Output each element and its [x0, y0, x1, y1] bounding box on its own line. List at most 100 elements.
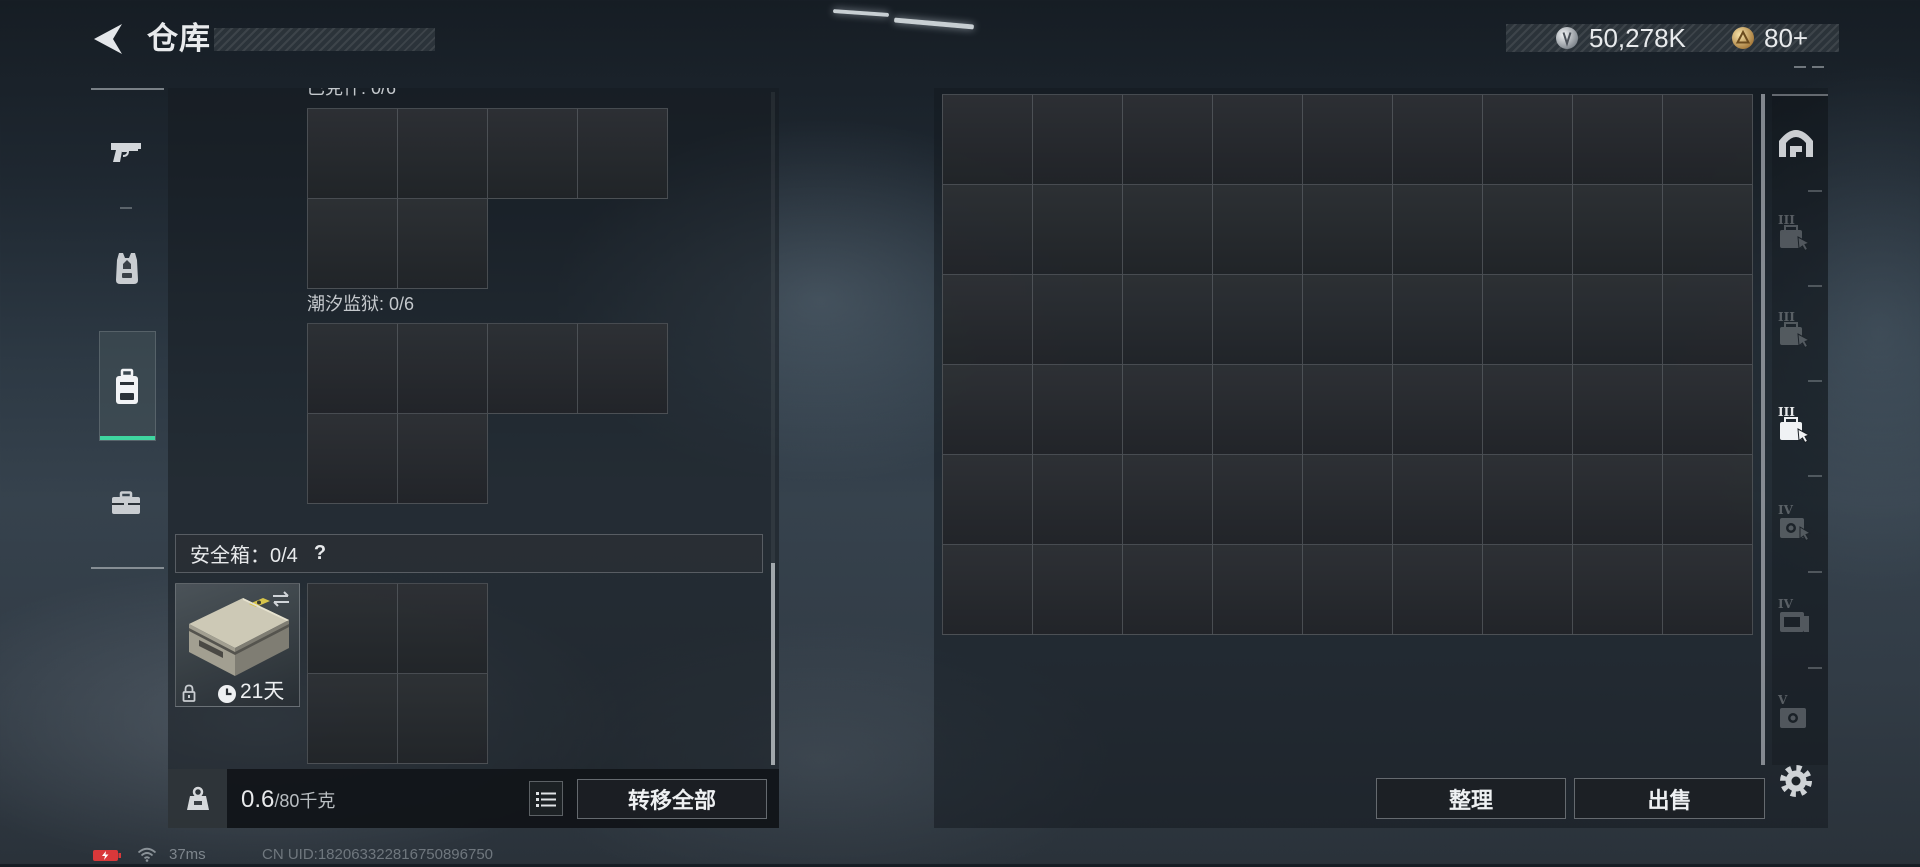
warehouse-slot[interactable]	[1662, 364, 1753, 455]
warehouse-slot[interactable]	[1572, 274, 1663, 365]
warehouse-slot[interactable]	[1392, 544, 1483, 635]
warehouse-slot[interactable]	[1302, 274, 1393, 365]
nav-item-briefcase[interactable]	[99, 461, 156, 545]
key-slot[interactable]	[307, 198, 398, 289]
container-scroll-area[interactable]: 巴克什: 0/6 潮汐监狱: 0/6 安全箱：0/4 ? 21天	[168, 88, 768, 769]
scrollbar-thumb[interactable]	[1761, 94, 1765, 765]
swap-icon[interactable]	[270, 590, 292, 608]
warehouse-slot[interactable]	[1482, 544, 1573, 635]
key-slot[interactable]	[487, 323, 578, 414]
warehouse-slot[interactable]	[1122, 544, 1213, 635]
warehouse-slot[interactable]	[942, 364, 1033, 455]
warehouse-slot[interactable]	[1392, 184, 1483, 275]
warehouse-slot[interactable]	[1572, 544, 1663, 635]
warehouse-slot[interactable]	[1482, 184, 1573, 275]
warehouse-slot[interactable]	[942, 94, 1033, 185]
warehouse-slot[interactable]	[1482, 364, 1573, 455]
tab-container-3[interactable]: III	[1778, 406, 1814, 444]
key-slot[interactable]	[577, 323, 668, 414]
warehouse-slot[interactable]	[942, 184, 1033, 275]
warehouse-slot[interactable]	[1212, 544, 1303, 635]
tab-safe-3[interactable]: V	[1778, 694, 1814, 732]
warehouse-slot[interactable]	[1122, 454, 1213, 545]
warehouse-slot[interactable]	[1392, 94, 1483, 185]
warehouse-slot[interactable]	[1572, 94, 1663, 185]
tab-divider	[1808, 667, 1822, 669]
warehouse-slot[interactable]	[1032, 94, 1123, 185]
safe-box-slot[interactable]	[307, 673, 398, 764]
warehouse-slot[interactable]	[1302, 364, 1393, 455]
safe-case-item[interactable]: 21天	[175, 583, 300, 707]
nav-item-armor[interactable]	[99, 226, 156, 310]
warehouse-slot[interactable]	[1212, 94, 1303, 185]
warehouse-slot[interactable]	[1302, 184, 1393, 275]
warehouse-slot[interactable]	[942, 544, 1033, 635]
weight-badge	[168, 769, 227, 828]
back-button[interactable]	[92, 22, 124, 56]
warehouse-slot[interactable]	[1122, 184, 1213, 275]
safe-box-slot[interactable]	[397, 673, 488, 764]
nav-item-backpack[interactable]	[99, 331, 156, 441]
key-slot[interactable]	[487, 108, 578, 199]
warehouse-slot[interactable]	[942, 454, 1033, 545]
tab-safe-1[interactable]: IV	[1778, 504, 1814, 542]
warehouse-slot[interactable]	[1032, 364, 1123, 455]
help-icon[interactable]: ?	[314, 542, 326, 565]
warehouse-slot[interactable]	[1032, 544, 1123, 635]
warehouse-slot[interactable]	[1122, 274, 1213, 365]
warehouse-slot[interactable]	[1662, 544, 1753, 635]
sort-button[interactable]: 整理	[1376, 778, 1566, 819]
warehouse-slot[interactable]	[1212, 454, 1303, 545]
warehouse-slot[interactable]	[1302, 94, 1393, 185]
warehouse-slot[interactable]	[1392, 274, 1483, 365]
key-slot[interactable]	[397, 323, 488, 414]
warehouse-slot[interactable]	[1572, 184, 1663, 275]
nav-item-weapons[interactable]	[99, 110, 156, 194]
safe-box-slot[interactable]	[397, 583, 488, 674]
warehouse-slot[interactable]	[1302, 454, 1393, 545]
tab-container-2[interactable]: III	[1778, 311, 1814, 349]
list-view-button[interactable]	[529, 781, 563, 816]
warehouse-slot[interactable]	[1032, 184, 1123, 275]
warehouse-slot[interactable]	[1662, 454, 1753, 545]
tab-warehouse[interactable]	[1778, 125, 1814, 161]
warehouse-slot[interactable]	[1572, 454, 1663, 545]
key-slot[interactable]	[397, 413, 488, 504]
backpack-icon	[116, 368, 138, 404]
warehouse-slot[interactable]	[1032, 454, 1123, 545]
sell-button[interactable]: 出售	[1574, 778, 1765, 819]
clock-icon	[218, 685, 236, 703]
warehouse-slot[interactable]	[1032, 274, 1123, 365]
warehouse-slot[interactable]	[1212, 364, 1303, 455]
scrollbar-thumb[interactable]	[771, 563, 775, 765]
settings-button[interactable]	[1778, 763, 1814, 799]
warehouse-slot[interactable]	[1302, 544, 1393, 635]
key-slot[interactable]	[397, 108, 488, 199]
warehouse-slot[interactable]	[1662, 184, 1753, 275]
section-label: 巴克什: 0/6	[307, 88, 397, 98]
tab-safe-2[interactable]: IV	[1778, 598, 1814, 636]
key-slot[interactable]	[307, 413, 398, 504]
key-slot[interactable]	[397, 198, 488, 289]
warehouse-slot[interactable]	[1392, 454, 1483, 545]
warehouse-slot[interactable]	[1572, 364, 1663, 455]
key-slot[interactable]	[307, 323, 398, 414]
warehouse-slot[interactable]	[942, 274, 1033, 365]
warehouse-slot[interactable]	[1662, 274, 1753, 365]
safe-box-slot[interactable]	[307, 583, 398, 674]
warehouse-slot[interactable]	[1392, 364, 1483, 455]
warehouse-slot[interactable]	[1662, 94, 1753, 185]
warehouse-slot[interactable]	[1122, 94, 1213, 185]
transfer-all-button[interactable]: 转移全部	[577, 779, 767, 819]
section-label: 潮汐监狱: 0/6	[307, 294, 415, 314]
tab-container-1[interactable]: III	[1778, 214, 1814, 252]
gold-coin-icon	[1731, 26, 1755, 50]
key-slot[interactable]	[577, 108, 668, 199]
key-slot[interactable]	[307, 108, 398, 199]
warehouse-slot[interactable]	[1482, 94, 1573, 185]
warehouse-slot[interactable]	[1122, 364, 1213, 455]
warehouse-slot[interactable]	[1482, 274, 1573, 365]
warehouse-slot[interactable]	[1482, 454, 1573, 545]
warehouse-slot[interactable]	[1212, 184, 1303, 275]
warehouse-slot[interactable]	[1212, 274, 1303, 365]
